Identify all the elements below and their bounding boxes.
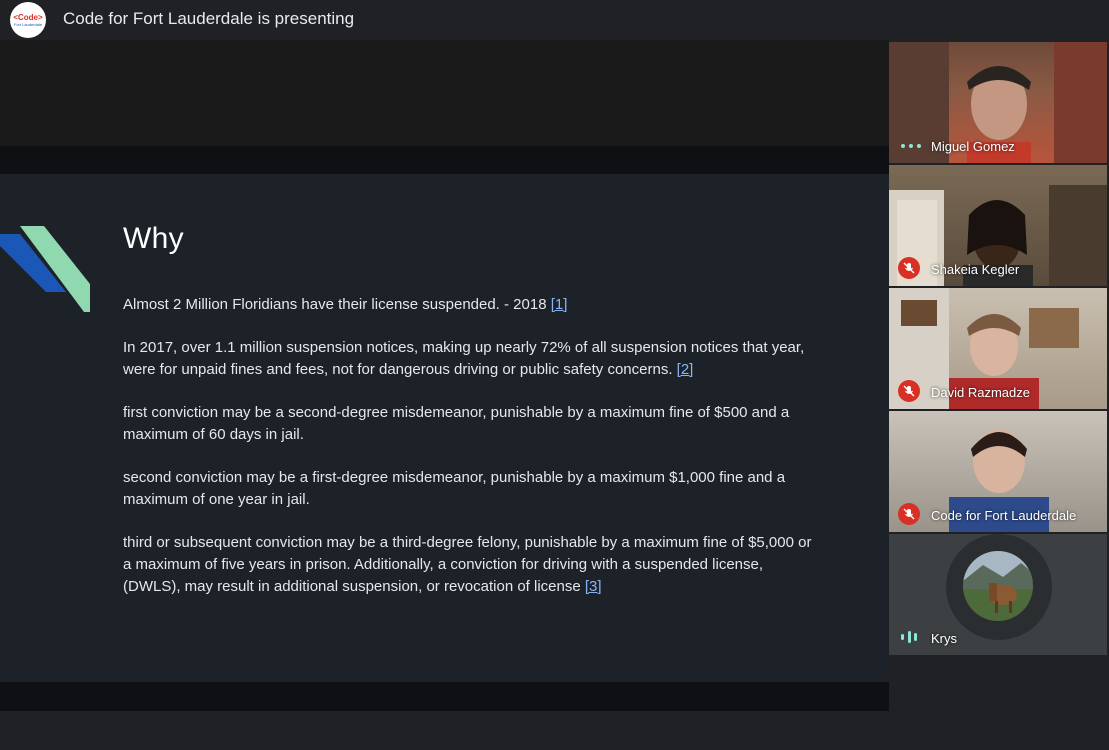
participant-name: Shakeia Kegler <box>931 262 1020 277</box>
participant-name: Krys <box>931 631 957 646</box>
logo-text-sub: Fort Lauderdale <box>13 22 43 27</box>
logo-text-main: <Code> <box>13 13 43 22</box>
participant-tile-miguel-gomez[interactable]: Miguel Gomez <box>889 42 1107 163</box>
bottom-strip <box>889 657 1109 750</box>
participant-tile-david-razmadze[interactable]: David Razmadze <box>889 288 1107 409</box>
mic-off-icon <box>898 380 920 402</box>
reference-link-2[interactable]: [2] <box>677 361 694 378</box>
paragraph-text: second conviction may be a first-degree … <box>123 469 786 508</box>
participant-name: Code for Fort Lauderdale <box>931 508 1077 523</box>
presentation-slide: Why Almost 2 Million Floridians have the… <box>0 174 889 682</box>
participant-name: David Razmadze <box>931 385 1030 400</box>
paragraph-text: first conviction may be a second-degree … <box>123 404 790 443</box>
reference-link-3[interactable]: [3] <box>585 578 602 595</box>
code-for-fort-lauderdale-logo[interactable]: <Code> Fort Lauderdale <box>10 2 46 38</box>
mic-off-icon <box>898 503 920 525</box>
slide-paragraph-1: Almost 2 Million Floridians have their l… <box>123 294 813 316</box>
presenting-label: Code for Fort Lauderdale is presenting <box>63 9 355 28</box>
paragraph-text: Almost 2 Million Floridians have their l… <box>123 296 551 313</box>
presenting-header: <Code> Fort Lauderdale Code for Fort Lau… <box>0 0 1109 40</box>
audio-bars-icon <box>901 631 917 643</box>
paragraph-text: third or subsequent conviction may be a … <box>123 534 812 595</box>
participant-name: Miguel Gomez <box>931 139 1015 154</box>
slide-paragraph-4: second conviction may be a first-degree … <box>123 467 813 511</box>
slide-paragraph-5: third or subsequent conviction may be a … <box>123 532 813 598</box>
mic-off-icon <box>898 257 920 279</box>
slide-paragraph-3: first conviction may be a second-degree … <box>123 402 813 446</box>
avatar <box>963 551 1033 621</box>
speaking-dots-icon <box>901 142 921 150</box>
participant-tile-code-for-fort-lauderdale[interactable]: Code for Fort Lauderdale <box>889 411 1107 532</box>
slide-paragraph-2: In 2017, over 1.1 million suspension not… <box>123 337 813 381</box>
chevron-decoration-icon <box>0 226 90 312</box>
paragraph-text: In 2017, over 1.1 million suspension not… <box>123 339 805 378</box>
participant-tile-krys[interactable]: Krys <box>889 534 1107 655</box>
reference-link-1[interactable]: [1] <box>551 296 568 313</box>
stage-top-area <box>0 40 889 146</box>
slide-title: Why <box>123 222 184 255</box>
participant-tile-shakeia-kegler[interactable]: Shakeia Kegler <box>889 165 1107 286</box>
